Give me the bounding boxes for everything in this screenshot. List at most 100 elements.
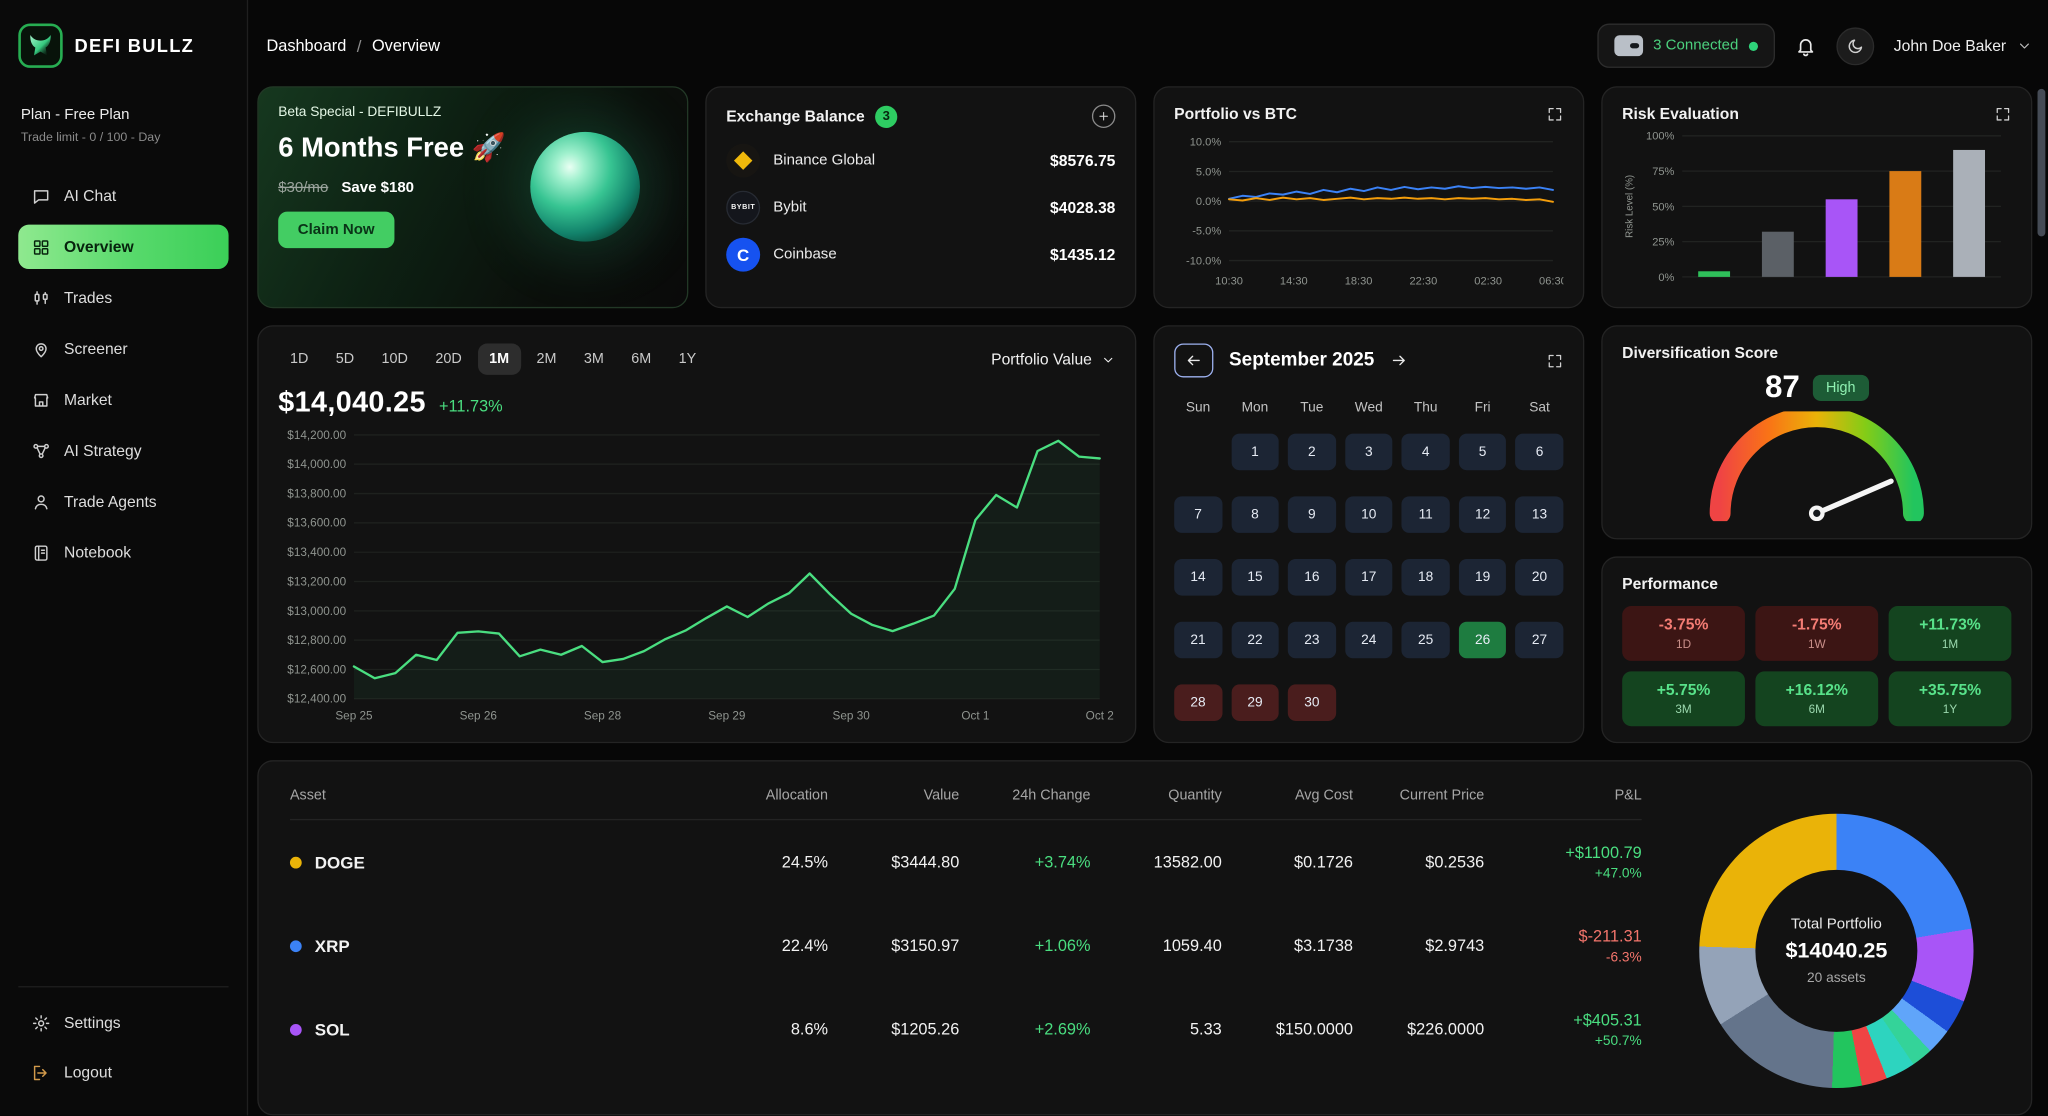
metric-selector[interactable]: Portfolio Value bbox=[991, 350, 1115, 368]
sidebar-item-overview[interactable]: Overview bbox=[18, 225, 228, 269]
range-button-6m[interactable]: 6M bbox=[620, 344, 663, 375]
sidebar-item-trades[interactable]: Trades bbox=[18, 276, 228, 320]
expand-button[interactable] bbox=[1546, 352, 1563, 369]
sidebar-item-trade-agents[interactable]: Trade Agents bbox=[18, 479, 228, 523]
scrollbar[interactable] bbox=[2038, 0, 2046, 1115]
app: DEFI BULLZ Plan - Free Plan Trade limit … bbox=[0, 0, 2048, 1115]
calendar-day-15[interactable]: 15 bbox=[1231, 559, 1279, 596]
svg-text:$12,600.00: $12,600.00 bbox=[287, 663, 346, 676]
performance-tile-1w: -1.75%1W bbox=[1755, 606, 1878, 661]
sidebar-item-notebook[interactable]: Notebook bbox=[18, 530, 228, 574]
expand-button[interactable] bbox=[1546, 105, 1563, 122]
expand-button[interactable] bbox=[1994, 105, 2011, 122]
calendar-day-30[interactable]: 30 bbox=[1288, 684, 1336, 721]
sidebar-item-screener[interactable]: Screener bbox=[18, 327, 228, 371]
calendar-day-4[interactable]: 4 bbox=[1402, 434, 1450, 471]
calendar-day-empty bbox=[1174, 434, 1222, 471]
calendar-day-25[interactable]: 25 bbox=[1402, 622, 1450, 659]
exchange-row-coinbase[interactable]: CCoinbase$1435.12 bbox=[726, 238, 1115, 272]
column-header-allocation: Allocation bbox=[697, 788, 828, 804]
calendar-day-10[interactable]: 10 bbox=[1345, 496, 1393, 533]
range-button-5d[interactable]: 5D bbox=[324, 344, 366, 375]
calendar-day-1[interactable]: 1 bbox=[1231, 434, 1279, 471]
portfolio-change: +11.73% bbox=[439, 397, 503, 415]
notebook-icon bbox=[31, 543, 51, 563]
table-row-doge[interactable]: DOGE24.5%$3444.80+3.74%13582.00$0.1726$0… bbox=[290, 820, 1642, 904]
range-button-1d[interactable]: 1D bbox=[278, 344, 320, 375]
calendar-day-16[interactable]: 16 bbox=[1288, 559, 1336, 596]
calendar-day-6[interactable]: 6 bbox=[1516, 434, 1564, 471]
exchange-row-bybit[interactable]: BYBITBybit$4028.38 bbox=[726, 191, 1115, 225]
exchange-name: Bybit bbox=[773, 200, 806, 216]
portfolio-value-card: 1D5D10D20D1M2M3M6M1Y Portfolio Value $14… bbox=[257, 325, 1136, 743]
sidebar-item-label: AI Chat bbox=[64, 187, 116, 205]
calendar-day-22[interactable]: 22 bbox=[1231, 622, 1279, 659]
claim-now-button[interactable]: Claim Now bbox=[278, 212, 394, 249]
calendar-day-21[interactable]: 21 bbox=[1174, 622, 1222, 659]
calendar-day-28[interactable]: 28 bbox=[1174, 684, 1222, 721]
notifications-button[interactable] bbox=[1794, 35, 1816, 57]
calendar-day-3[interactable]: 3 bbox=[1345, 434, 1393, 471]
calendar-day-14[interactable]: 14 bbox=[1174, 559, 1222, 596]
holdings-table: AssetAllocationValue24h ChangeQuantityAv… bbox=[290, 780, 1642, 1096]
column-header-p-l: P&L bbox=[1484, 788, 1641, 804]
range-button-10d[interactable]: 10D bbox=[370, 344, 420, 375]
calendar-day-11[interactable]: 11 bbox=[1402, 496, 1450, 533]
calendar-day-19[interactable]: 19 bbox=[1459, 559, 1507, 596]
sidebar-item-logout[interactable]: Logout bbox=[18, 1050, 228, 1094]
range-button-1m[interactable]: 1M bbox=[477, 344, 520, 375]
calendar-day-23[interactable]: 23 bbox=[1288, 622, 1336, 659]
sidebar-item-ai-chat[interactable]: AI Chat bbox=[18, 174, 228, 218]
calendar-day-13[interactable]: 13 bbox=[1516, 496, 1564, 533]
scrollbar-thumb[interactable] bbox=[2038, 89, 2046, 237]
value-cell: $3444.80 bbox=[828, 853, 959, 871]
calendar-days: 1234567891011121314151617181920212223242… bbox=[1174, 434, 1563, 721]
calendar-day-24[interactable]: 24 bbox=[1345, 622, 1393, 659]
calendar-day-20[interactable]: 20 bbox=[1516, 559, 1564, 596]
pl-cell: +$1100.79+47.0% bbox=[1484, 843, 1641, 881]
quantity-cell: 5.33 bbox=[1091, 1020, 1222, 1038]
calendar-day-5[interactable]: 5 bbox=[1459, 434, 1507, 471]
avatar[interactable] bbox=[1836, 27, 1874, 65]
calendar-day-17[interactable]: 17 bbox=[1345, 559, 1393, 596]
range-button-1y[interactable]: 1Y bbox=[667, 344, 708, 375]
exchange-balance-card: Exchange Balance 3 Binance Global$8576.7… bbox=[705, 86, 1136, 308]
sidebar-item-settings[interactable]: Settings bbox=[18, 1000, 228, 1044]
calendar-day-26[interactable]: 26 bbox=[1459, 622, 1507, 659]
topbar: Dashboard / Overview 3 Connected John Do… bbox=[248, 0, 2048, 81]
weekday-label: Tue bbox=[1288, 400, 1336, 416]
range-button-3m[interactable]: 3M bbox=[572, 344, 615, 375]
calendar-day-29[interactable]: 29 bbox=[1231, 684, 1279, 721]
sidebar-item-ai-strategy[interactable]: AI Strategy bbox=[18, 428, 228, 472]
range-button-20d[interactable]: 20D bbox=[424, 344, 474, 375]
table-row-xrp[interactable]: XRP22.4%$3150.97+1.06%1059.40$3.1738$2.9… bbox=[290, 904, 1642, 988]
add-exchange-button[interactable] bbox=[1092, 104, 1116, 128]
calendar-day-27[interactable]: 27 bbox=[1516, 622, 1564, 659]
portfolio-total-value: $14,040.25 bbox=[278, 385, 426, 419]
calendar-day-18[interactable]: 18 bbox=[1402, 559, 1450, 596]
calendar-day-2[interactable]: 2 bbox=[1288, 434, 1336, 471]
avg-cost-cell: $0.1726 bbox=[1222, 853, 1353, 871]
breadcrumb-dashboard[interactable]: Dashboard bbox=[266, 37, 346, 55]
calendar-day-9[interactable]: 9 bbox=[1288, 496, 1336, 533]
connected-exchanges-button[interactable]: 3 Connected bbox=[1597, 24, 1775, 68]
calendar-prev-button[interactable] bbox=[1174, 344, 1213, 378]
value-cell: $1205.26 bbox=[828, 1020, 959, 1038]
range-button-2m[interactable]: 2M bbox=[525, 344, 568, 375]
calendar-day-12[interactable]: 12 bbox=[1459, 496, 1507, 533]
asset-name: SOL bbox=[315, 1019, 350, 1039]
asset-cell: XRP bbox=[290, 936, 697, 956]
calendar-weekdays: SunMonTueWedThuFriSat bbox=[1174, 400, 1563, 416]
calendar-next-button[interactable] bbox=[1390, 351, 1408, 369]
allocation-cell: 22.4% bbox=[697, 936, 828, 954]
calendar-day-7[interactable]: 7 bbox=[1174, 496, 1222, 533]
current-price-cell: $2.9743 bbox=[1353, 936, 1484, 954]
user-menu[interactable]: John Doe Baker bbox=[1894, 37, 2033, 55]
performance-period: 3M bbox=[1675, 703, 1691, 716]
table-row-sol[interactable]: SOL8.6%$1205.26+2.69%5.33$150.0000$226.0… bbox=[290, 987, 1642, 1071]
exchange-name: Coinbase bbox=[773, 247, 836, 263]
sidebar-item-market[interactable]: Market bbox=[18, 377, 228, 421]
calendar-day-8[interactable]: 8 bbox=[1231, 496, 1279, 533]
exchange-row-binance-global[interactable]: Binance Global$8576.75 bbox=[726, 144, 1115, 178]
user-name: John Doe Baker bbox=[1894, 37, 2006, 55]
